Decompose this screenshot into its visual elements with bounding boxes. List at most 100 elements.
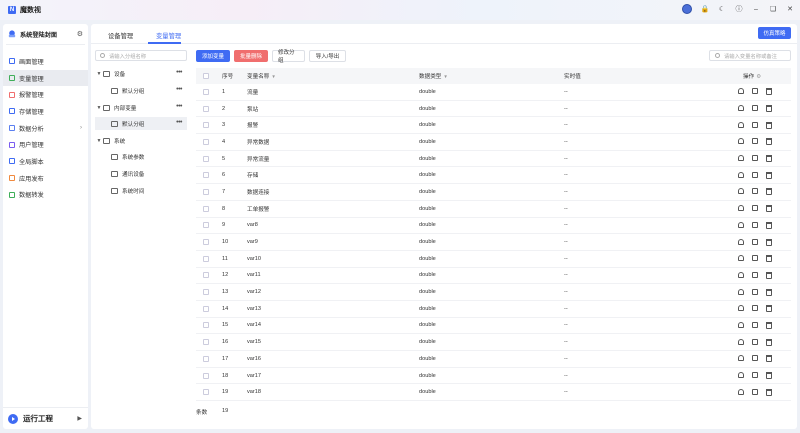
table-row[interactable]: 17 var16 double -- — [196, 351, 791, 368]
copy-icon[interactable] — [752, 388, 758, 395]
row-checkbox[interactable] — [203, 172, 209, 179]
table-row[interactable]: 18 var17 double -- — [196, 368, 791, 385]
sidebar-item[interactable]: 存储管理 — [3, 103, 88, 120]
settings-icon[interactable]: ⚙ — [756, 74, 761, 80]
bell-icon[interactable] — [738, 388, 744, 395]
import-export-button[interactable]: 导入/导出 — [309, 50, 347, 62]
copy-icon[interactable] — [752, 171, 758, 178]
row-checkbox[interactable] — [203, 205, 209, 212]
row-checkbox[interactable] — [203, 355, 209, 362]
copy-icon[interactable] — [752, 255, 758, 262]
variable-search-input[interactable]: 请输入变量名称或备注 — [709, 50, 791, 61]
group-search-input[interactable]: 请输入分组名称 — [95, 50, 187, 61]
table-row[interactable]: 4 异常数据 double -- — [196, 134, 791, 151]
caret-down-icon[interactable]: ▼ — [95, 138, 103, 144]
more-icon[interactable]: ••• — [176, 103, 182, 110]
table-row[interactable]: 11 var10 double -- — [196, 251, 791, 268]
more-icon[interactable]: ••• — [176, 119, 182, 126]
row-checkbox[interactable] — [203, 372, 209, 379]
trash-icon[interactable] — [766, 338, 772, 346]
row-checkbox[interactable] — [203, 255, 209, 262]
copy-icon[interactable] — [752, 238, 758, 245]
table-row[interactable]: 5 异常流量 double -- — [196, 151, 791, 168]
row-checkbox[interactable] — [203, 105, 209, 112]
edit-group-button[interactable]: 修改分组 — [272, 50, 306, 64]
bell-icon[interactable] — [738, 121, 744, 128]
table-row[interactable]: 6 存储 double -- — [196, 167, 791, 185]
copy-icon[interactable] — [752, 138, 758, 145]
bell-icon[interactable] — [738, 155, 744, 162]
table-row[interactable]: 13 var12 double -- — [196, 284, 791, 301]
gear-icon[interactable]: ⚙ — [77, 30, 83, 38]
trash-icon[interactable] — [766, 388, 772, 396]
trash-icon[interactable] — [766, 238, 772, 246]
row-checkbox[interactable] — [203, 239, 209, 246]
bell-icon[interactable] — [738, 372, 744, 379]
copy-icon[interactable] — [752, 188, 758, 195]
copy-icon[interactable] — [752, 221, 758, 228]
tree-node[interactable]: 默认分组 ••• — [95, 84, 187, 97]
header-type[interactable]: 数据类型 ▼ — [419, 72, 448, 80]
tree-node[interactable]: ▼ 系统 — [95, 134, 187, 147]
table-row[interactable]: 16 var15 double -- — [196, 334, 791, 351]
table-row[interactable]: 14 var13 double -- — [196, 301, 791, 318]
copy-icon[interactable] — [752, 155, 758, 162]
tree-node[interactable]: 通讯设备 — [95, 167, 187, 180]
trash-icon[interactable] — [766, 121, 772, 129]
table-row[interactable]: 10 var9 double -- — [196, 234, 791, 251]
bell-icon[interactable] — [738, 255, 744, 262]
row-checkbox[interactable] — [203, 155, 209, 162]
sidebar-item[interactable]: 全局脚本 — [3, 153, 88, 170]
tree-node[interactable]: 系统时间 — [95, 184, 187, 197]
bell-icon[interactable] — [738, 321, 744, 328]
restore-icon[interactable]: ❏ — [769, 5, 777, 13]
tree-node[interactable]: ▼ 内部变量 ••• — [95, 101, 187, 114]
copy-icon[interactable] — [752, 338, 758, 345]
trash-icon[interactable] — [766, 255, 772, 263]
avatar[interactable] — [682, 4, 692, 14]
table-row[interactable]: 1 流量 double -- — [196, 84, 791, 101]
trash-icon[interactable] — [766, 321, 772, 329]
sidebar-item[interactable]: 数据转发 — [3, 187, 88, 204]
bell-icon[interactable] — [738, 271, 744, 278]
bell-icon[interactable] — [738, 305, 744, 312]
trash-icon[interactable] — [766, 355, 772, 363]
more-icon[interactable]: ••• — [176, 86, 182, 93]
help-icon[interactable]: ⓘ — [735, 5, 743, 13]
table-row[interactable]: 3 报警 double -- — [196, 117, 791, 135]
row-checkbox[interactable] — [203, 322, 209, 329]
row-checkbox[interactable] — [203, 339, 209, 346]
bell-icon[interactable] — [738, 221, 744, 228]
tab-variable-management[interactable]: 变量管理 — [156, 31, 181, 40]
row-checkbox[interactable] — [203, 122, 209, 129]
caret-down-icon[interactable]: ▼ — [95, 105, 103, 111]
bell-icon[interactable] — [738, 238, 744, 245]
run-project-button[interactable]: 运行工程 ▶ — [3, 407, 88, 429]
trash-icon[interactable] — [766, 171, 772, 179]
row-checkbox[interactable] — [203, 188, 209, 195]
table-row[interactable]: 9 var8 double -- — [196, 218, 791, 235]
copy-icon[interactable] — [752, 105, 758, 112]
trash-icon[interactable] — [766, 305, 772, 313]
select-all-checkbox[interactable] — [203, 73, 209, 79]
lock-icon[interactable]: 🔒 — [701, 5, 710, 13]
row-checkbox[interactable] — [203, 222, 209, 229]
header-name[interactable]: 变量名称 ▼ — [247, 72, 276, 80]
tree-node[interactable]: 默认分组 ••• — [95, 117, 187, 130]
copy-icon[interactable] — [752, 271, 758, 278]
copy-icon[interactable] — [752, 321, 758, 328]
trash-icon[interactable] — [766, 105, 772, 113]
table-row[interactable]: 15 var14 double -- — [196, 318, 791, 335]
sidebar-item[interactable]: 数据分析 › — [3, 120, 88, 137]
trash-icon[interactable] — [766, 271, 772, 279]
trash-icon[interactable] — [766, 138, 772, 146]
more-icon[interactable]: ••• — [176, 69, 182, 76]
bell-icon[interactable] — [738, 138, 744, 145]
table-row[interactable]: 19 var18 double -- — [196, 384, 791, 402]
bell-icon[interactable] — [738, 105, 744, 112]
table-row[interactable]: 2 泵站 double -- — [196, 101, 791, 118]
bell-icon[interactable] — [738, 205, 744, 212]
copy-icon[interactable] — [752, 88, 758, 95]
copy-icon[interactable] — [752, 205, 758, 212]
trash-icon[interactable] — [766, 88, 772, 96]
